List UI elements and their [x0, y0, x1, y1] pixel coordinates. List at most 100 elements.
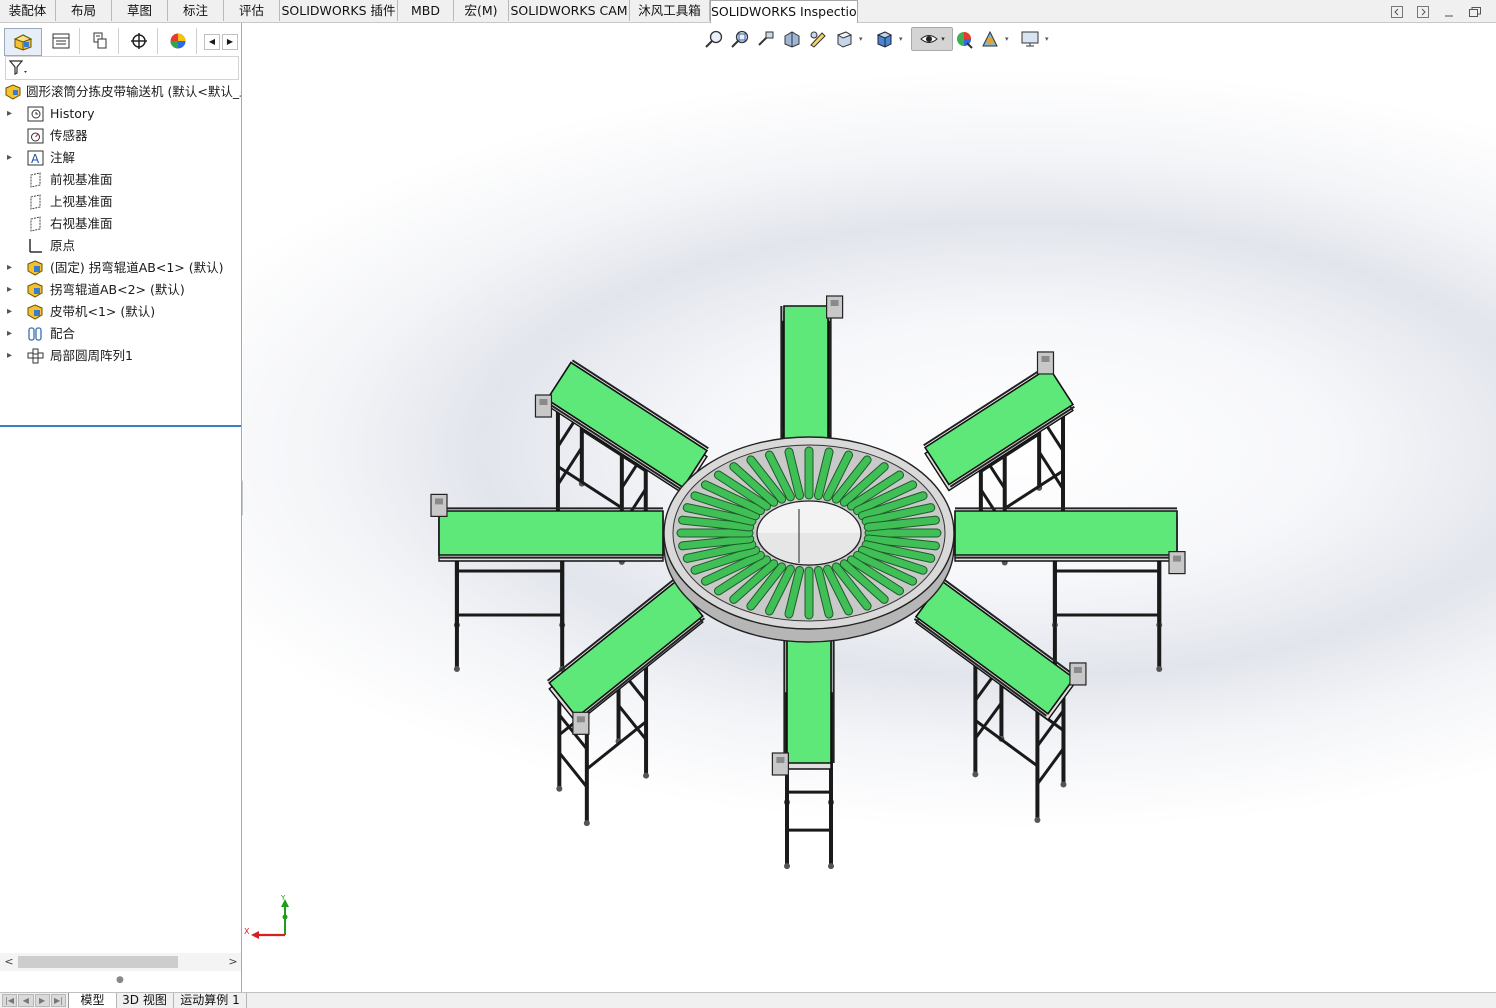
belt-surface — [548, 580, 704, 719]
reference-triad: Y X — [244, 894, 289, 939]
tab-navigation-buttons[interactable]: |◀ ◀ ▶ ▶| — [2, 994, 66, 1007]
pattern-icon — [27, 348, 44, 364]
tab-macro[interactable]: 宏(M) — [454, 0, 509, 21]
belt-conveyor — [546, 578, 706, 735]
annotation-icon: A — [27, 150, 44, 166]
belt-surface — [914, 580, 1076, 715]
motor-box — [572, 711, 590, 735]
configuration-manager-tab[interactable] — [82, 28, 119, 54]
tree-item-label: 上视基准面 — [50, 194, 113, 209]
tab-layout[interactable]: 布局 — [56, 0, 112, 21]
tree-item-circular-pattern[interactable]: ▸ 局部圆周阵列1 — [0, 345, 241, 367]
tree-item-label: 传感器 — [50, 128, 88, 143]
tree-item-front-plane[interactable]: 前视基准面 — [0, 169, 241, 191]
manager-tabs-scroll-left-button[interactable]: ◀ — [204, 34, 220, 50]
belt-surface — [438, 510, 664, 556]
minimize-icon[interactable] — [1443, 6, 1455, 18]
part-icon — [27, 304, 43, 320]
belt-conveyor — [430, 493, 664, 562]
assembly-cube-icon — [13, 34, 33, 51]
motor-box — [534, 394, 553, 418]
tab-3d-views[interactable]: 3D 视图 — [116, 993, 174, 1008]
feature-manager-tab[interactable] — [4, 28, 42, 56]
tree-item-annotations[interactable]: ▸ A 注解 — [0, 147, 241, 169]
motor-box — [771, 752, 790, 776]
tab-model[interactable]: 模型 — [68, 993, 117, 1008]
appearance-ball-icon — [170, 33, 186, 49]
tab-mufeng-toolbox[interactable]: 沐风工具箱 — [630, 0, 710, 21]
expand-arrow-icon[interactable]: ▸ — [7, 103, 17, 125]
property-list-icon — [52, 33, 70, 49]
feature-manager-panel: ◀ ▶ 圆形滚筒分拣皮带输送机 (默认<默认_显 ▸ History 传感器 ▸… — [0, 23, 242, 992]
tree-item-sensors[interactable]: 传感器 — [0, 125, 241, 147]
panel-resize-grip-icon[interactable]: ● — [116, 975, 124, 985]
history-icon — [27, 106, 44, 122]
manager-tabs: ◀ ▶ — [0, 28, 241, 56]
graphics-area[interactable]: ▾ ▾ ▾ ▾ ▾ Y X — [243, 23, 1496, 992]
tab-sketch[interactable]: 草图 — [112, 0, 168, 21]
expand-arrow-icon[interactable]: ▸ — [7, 279, 17, 301]
dimxpert-manager-tab[interactable] — [121, 28, 158, 54]
tab-solidworks-cam[interactable]: SOLIDWORKS CAM — [509, 0, 630, 21]
tab-evaluate[interactable]: 评估 — [224, 0, 280, 21]
belt-conveyor — [780, 295, 844, 448]
scroll-left-icon[interactable]: < — [2, 953, 16, 971]
restore-icon[interactable] — [1468, 6, 1481, 18]
conveyor-assembly-model[interactable] — [243, 23, 1496, 992]
tab-motion-study-1[interactable]: 运动算例 1 — [174, 993, 247, 1008]
tree-item-right-plane[interactable]: 右视基准面 — [0, 213, 241, 235]
motor-box — [825, 295, 844, 319]
belt-conveyor — [771, 626, 835, 776]
expand-arrow-icon[interactable]: ▸ — [7, 301, 17, 323]
plane-icon — [30, 172, 41, 188]
roller-ring — [663, 436, 955, 643]
plane-icon — [30, 194, 41, 210]
scroll-thumb[interactable] — [18, 956, 178, 968]
assembly-icon — [5, 84, 21, 100]
tree-item-label: 注解 — [50, 150, 76, 165]
scroll-right-icon[interactable]: > — [226, 953, 240, 971]
tree-item-label: (固定) 拐弯辊道AB<1> (默认) — [50, 260, 224, 275]
motor-box — [1036, 351, 1055, 375]
tree-item-label: 前视基准面 — [50, 172, 113, 187]
expand-arrow-icon[interactable]: ▸ — [7, 147, 17, 169]
tree-item-origin[interactable]: 原点 — [0, 235, 241, 257]
part-icon — [27, 282, 43, 298]
crosshair-icon — [131, 33, 147, 49]
triad-y-label: Y — [280, 894, 286, 902]
rollback-bar[interactable] — [0, 425, 241, 427]
expand-arrow-icon[interactable]: ▸ — [7, 345, 17, 367]
tree-root[interactable]: 圆形滚筒分拣皮带输送机 (默认<默认_显 — [0, 81, 241, 103]
tree-item-label: 皮带机<1> (默认) — [50, 304, 156, 319]
horizontal-scrollbar[interactable]: < > — [0, 953, 241, 971]
belt-surface — [923, 366, 1075, 486]
tree-item-label: History — [50, 106, 95, 121]
tree-item-history[interactable]: ▸ History — [0, 103, 241, 125]
property-manager-tab[interactable] — [43, 28, 80, 54]
manager-tabs-scroll-right-button[interactable]: ▶ — [222, 34, 238, 50]
tab-assembly[interactable]: 装配体 — [0, 0, 56, 21]
tree-filter[interactable] — [5, 56, 239, 80]
tree-item-top-plane[interactable]: 上视基准面 — [0, 191, 241, 213]
motor-box — [1168, 550, 1186, 575]
tree-item-component-1[interactable]: ▸ (固定) 拐弯辊道AB<1> (默认) — [0, 257, 241, 279]
tab-solidworks-addins[interactable]: SOLIDWORKS 插件 — [280, 0, 398, 21]
next-window-icon[interactable] — [1417, 6, 1429, 18]
tree-item-component-3[interactable]: ▸ 皮带机<1> (默认) — [0, 301, 241, 323]
configuration-icon — [93, 32, 107, 49]
tab-mbd[interactable]: MBD — [398, 0, 454, 21]
tab-markup[interactable]: 标注 — [168, 0, 224, 21]
part-icon — [27, 260, 43, 276]
expand-arrow-icon[interactable]: ▸ — [7, 257, 17, 279]
tab-solidworks-inspection[interactable]: SOLIDWORKS Inspection — [710, 0, 858, 23]
belt-surface — [954, 510, 1178, 556]
origin-icon — [29, 239, 42, 253]
tree-item-component-2[interactable]: ▸ 拐弯辊道AB<2> (默认) — [0, 279, 241, 301]
tree-item-mates[interactable]: ▸ 配合 — [0, 323, 241, 345]
belt-surface — [783, 305, 829, 442]
expand-arrow-icon[interactable]: ▸ — [7, 323, 17, 345]
display-manager-tab[interactable] — [160, 28, 197, 54]
motor-box — [1069, 662, 1087, 686]
motor-box — [430, 493, 448, 517]
previous-window-icon[interactable] — [1391, 6, 1403, 18]
